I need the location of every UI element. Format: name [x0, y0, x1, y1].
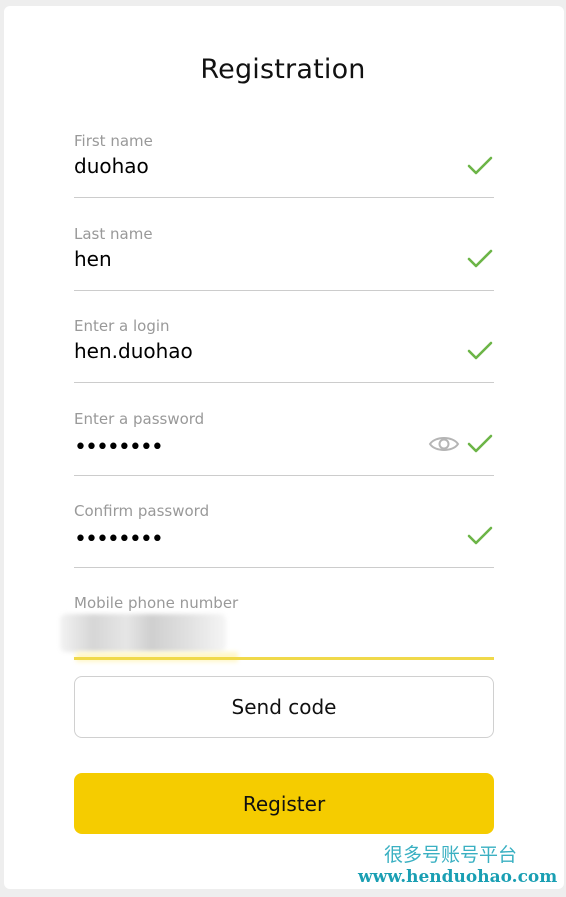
- password-field[interactable]: Enter a password ••••••••: [74, 410, 494, 476]
- register-button[interactable]: Register: [74, 773, 494, 834]
- field-underline: [74, 197, 494, 198]
- confirm-password-field[interactable]: Confirm password ••••••••: [74, 502, 494, 568]
- send-code-button[interactable]: Send code: [74, 676, 494, 738]
- confirm-password-input[interactable]: ••••••••: [74, 527, 164, 552]
- login-input[interactable]: hen.duohao: [74, 339, 193, 363]
- last-name-field[interactable]: Last name hen: [74, 225, 494, 291]
- field-underline: [74, 475, 494, 476]
- field-underline-active: [74, 657, 494, 660]
- login-field[interactable]: Enter a login hen.duohao: [74, 317, 494, 383]
- checkmark-icon: [467, 156, 493, 175]
- field-underline: [74, 382, 494, 383]
- watermark-text: 很多号账号平台: [384, 844, 518, 866]
- last-name-label: Last name: [74, 225, 153, 243]
- watermark-url: www.henduohao.com: [358, 867, 558, 887]
- checkmark-icon: [467, 434, 493, 453]
- first-name-input[interactable]: duohao: [74, 154, 149, 178]
- login-label: Enter a login: [74, 317, 170, 335]
- field-underline: [74, 567, 494, 568]
- phone-field[interactable]: Mobile phone number: [60, 594, 494, 662]
- password-label: Enter a password: [74, 410, 205, 428]
- confirm-password-label: Confirm password: [74, 502, 210, 520]
- last-name-input[interactable]: hen: [74, 247, 112, 271]
- checkmark-icon: [467, 249, 493, 268]
- first-name-label: First name: [74, 132, 153, 150]
- password-input[interactable]: ••••••••: [74, 435, 164, 460]
- page-title: Registration: [200, 54, 366, 85]
- checkmark-icon: [467, 526, 493, 545]
- eye-icon[interactable]: [428, 432, 460, 456]
- first-name-field[interactable]: First name duohao: [74, 132, 494, 198]
- checkmark-icon: [467, 341, 493, 360]
- field-underline: [74, 290, 494, 291]
- phone-label: Mobile phone number: [74, 594, 239, 612]
- phone-number-redacted[interactable]: [60, 614, 226, 652]
